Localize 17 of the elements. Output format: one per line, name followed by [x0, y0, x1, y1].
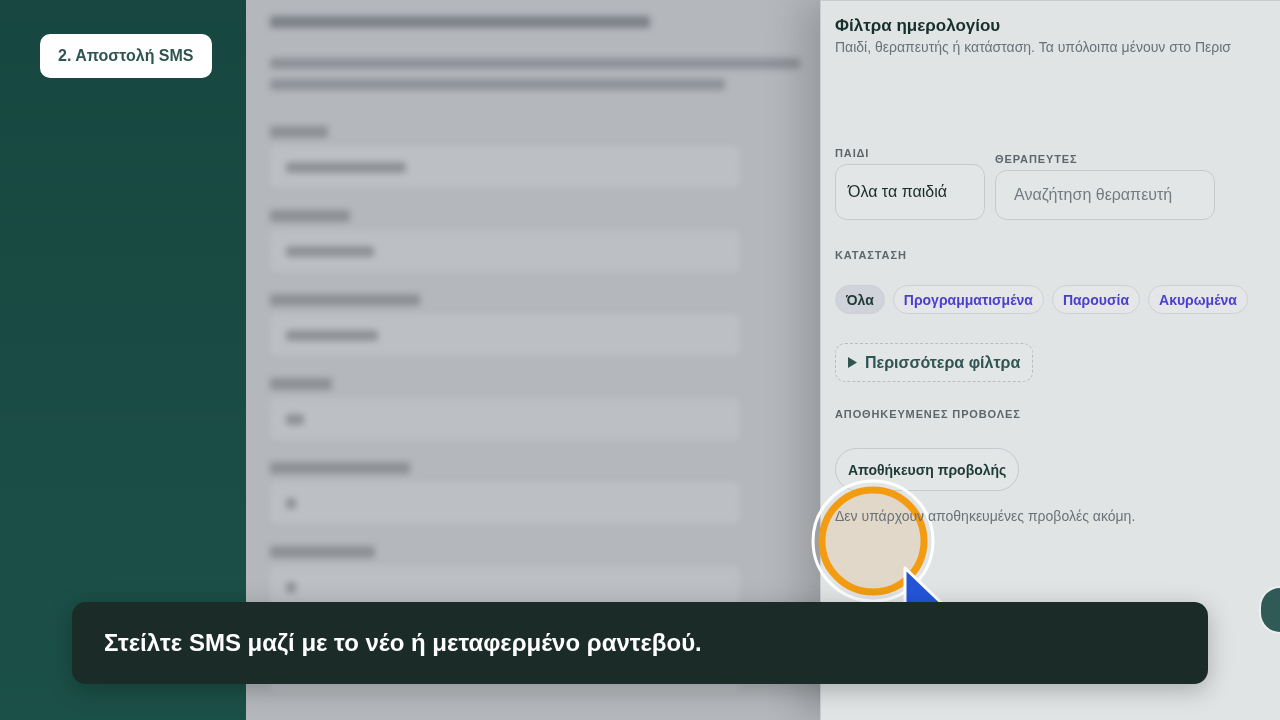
status-chip[interactable]: Παρουσία [1051, 285, 1141, 314]
therapist-search-field[interactable]: Αναζήτηση θεραπευτή [995, 170, 1215, 220]
caption-text: Στείλτε SMS μαζί με το νέο ή μεταφερμένο ραντεβού. [104, 629, 702, 657]
triangle-icon [848, 357, 857, 368]
child-select[interactable]: Όλα τα παιδιά [835, 164, 985, 220]
more-filters-button[interactable]: Περισσότερα φίλτρα [835, 343, 1034, 382]
status-chip[interactable]: Όλα [835, 285, 885, 314]
step-badge: 2. Αποστολή SMS [40, 34, 212, 78]
field-label: ΠΑΙΔΙ [835, 147, 870, 159]
section-label: ΑΠΟΘΗΚΕΥΜΕΝΕΣ ΠΡΟΒΟΛΕΣ [835, 408, 1021, 420]
section-label: ΚΑΤΑΣΤΑΣΗ [835, 249, 907, 261]
status-chip[interactable]: Προγραμματισμένα [892, 285, 1044, 314]
panel-title: Φίλτρα ημερολογίου [835, 16, 1001, 36]
panel-subtitle: Παιδί, θεραπευτής ή κατάσταση. Τα υπόλοιπα μένουν στο Περισ [835, 38, 1231, 57]
status-chip[interactable]: Ακυρωμένα [1148, 285, 1248, 314]
field-label: ΘΕΡΑΠΕΥΤΕΣ [995, 153, 1078, 165]
save-view-button[interactable]: Αποθήκευση προβολής [835, 448, 1020, 491]
